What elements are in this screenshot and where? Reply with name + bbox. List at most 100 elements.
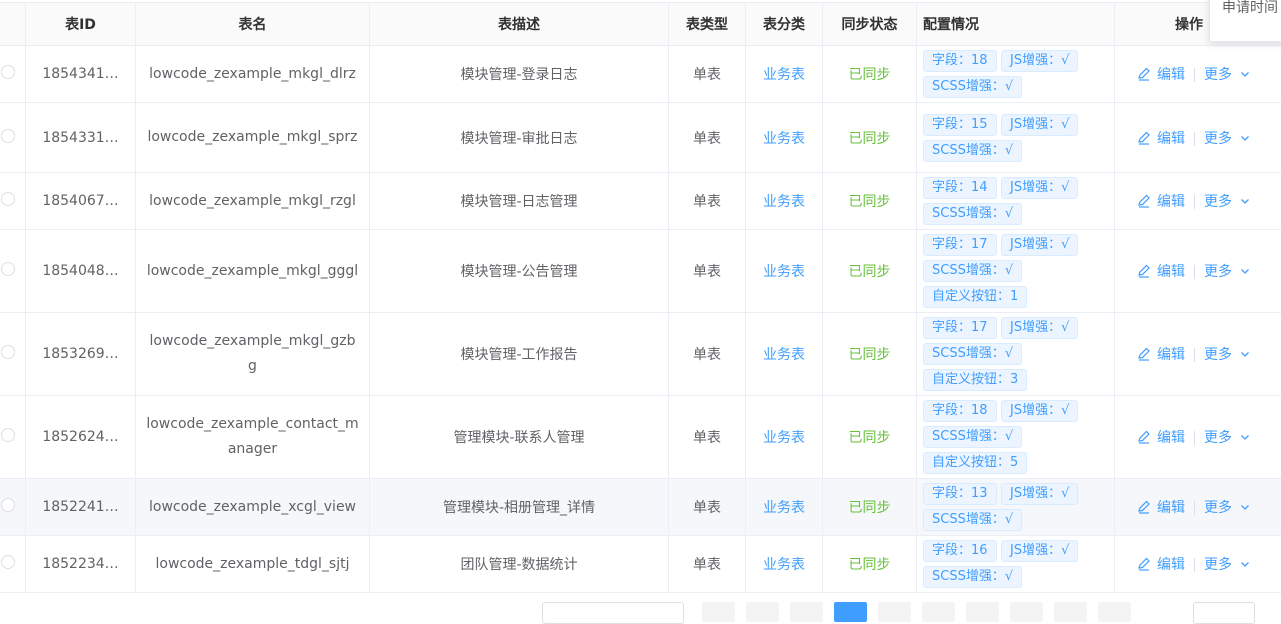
row-radio[interactable] [1,498,15,512]
column-header-config[interactable]: 配置情况 [917,3,1115,46]
edit-icon [1137,557,1157,573]
more-dropdown[interactable]: 更多 [1204,500,1250,516]
page-button[interactable] [790,602,823,622]
row-select-cell [0,230,26,313]
column-header-category[interactable]: 表分类 [746,3,823,46]
ops-cell: 编辑 更多 [1115,230,1281,313]
table-row[interactable]: 1852624…lowcode_zexample_contact_manager… [0,396,1281,479]
row-select-cell [0,313,26,396]
id-cell: 1853269… [26,313,136,396]
chevron-down-icon [1232,131,1250,147]
edit-button[interactable]: 编辑 [1137,264,1185,280]
more-dropdown[interactable]: 更多 [1204,347,1250,363]
name-cell: lowcode_zexample_tdgl_sjtj [136,536,370,593]
column-header-id[interactable]: 表ID [26,3,136,46]
table-row[interactable]: 1854341…lowcode_zexample_mkgl_dlrz模块管理-登… [0,46,1281,103]
more-dropdown[interactable]: 更多 [1204,194,1250,210]
more-dropdown[interactable]: 更多 [1204,264,1250,280]
column-header-desc[interactable]: 表描述 [370,3,669,46]
ops-cell: 编辑 更多 [1115,173,1281,230]
more-dropdown[interactable]: 更多 [1204,430,1250,446]
row-radio[interactable] [1,345,15,359]
table-row[interactable]: 1853269…lowcode_zexample_mkgl_gzbg模块管理-工… [0,313,1281,396]
row-radio[interactable] [1,262,15,276]
select-column-header [0,3,26,46]
prev-page-button[interactable] [702,602,735,622]
column-header-type[interactable]: 表类型 [669,3,746,46]
id-cell: 1852624… [26,396,136,479]
row-select-cell [0,173,26,230]
desc-cell: 模块管理-审批日志 [370,103,669,173]
edit-icon [1137,194,1157,210]
edit-button[interactable]: 编辑 [1137,500,1185,516]
id-cell: 1852241… [26,479,136,536]
edit-button[interactable]: 编辑 [1137,557,1185,573]
edit-label: 编辑 [1157,194,1185,210]
next-page-button[interactable] [1098,602,1131,622]
page-button[interactable] [878,602,911,622]
table-row[interactable]: 1854331…lowcode_zexample_mkgl_sprz模块管理-审… [0,103,1281,173]
row-select-cell [0,46,26,103]
page-button[interactable] [922,602,955,622]
more-dropdown[interactable]: 更多 [1204,557,1250,573]
table-row[interactable]: 1854048…lowcode_zexample_mkgl_gggl模块管理-公… [0,230,1281,313]
ops-cell: 编辑 更多 [1115,313,1281,396]
id-cell: 1854067… [26,173,136,230]
row-radio[interactable] [1,192,15,206]
config-tag: JS增强：√ [1001,114,1078,136]
row-radio[interactable] [1,65,15,79]
edit-button[interactable]: 编辑 [1137,347,1185,363]
row-radio[interactable] [1,555,15,569]
more-label: 更多 [1204,347,1232,363]
page-button[interactable] [966,602,999,622]
edit-button[interactable]: 编辑 [1137,430,1185,446]
config-tag: SCSS增强：√ [923,260,1022,282]
type-cell: 单表 [669,173,746,230]
edit-button[interactable]: 编辑 [1137,67,1185,83]
id-cell: 1852234… [26,536,136,593]
more-dropdown[interactable]: 更多 [1204,67,1250,83]
table-row[interactable]: 1852234…lowcode_zexample_tdgl_sjtj团队管理-数… [0,536,1281,593]
config-tag: JS增强：√ [1001,177,1078,199]
more-dropdown[interactable]: 更多 [1204,131,1250,147]
chevron-down-icon [1232,264,1250,280]
edit-icon [1137,131,1157,147]
page-jump-input[interactable] [1193,602,1255,624]
edit-icon [1137,264,1157,280]
column-header-name[interactable]: 表名 [136,3,370,46]
config-tag: SCSS增强：√ [923,203,1022,225]
desc-cell: 模块管理-登录日志 [370,46,669,103]
edit-icon [1137,430,1157,446]
config-tag: SCSS增强：√ [923,76,1022,98]
chevron-down-icon [1232,347,1250,363]
category-cell: 业务表 [746,46,823,103]
table-body: 1854341…lowcode_zexample_mkgl_dlrz模块管理-登… [0,46,1281,593]
edit-label: 编辑 [1157,264,1185,280]
edit-label: 编辑 [1157,500,1185,516]
table-row[interactable]: 1852241…lowcode_zexample_xcgl_view管理模块-相… [0,479,1281,536]
table-name: lowcode_zexample_tdgl_sjtj [136,552,369,577]
config-tag: 自定义按钮：3 [923,369,1027,391]
edit-label: 编辑 [1157,557,1185,573]
name-cell: lowcode_zexample_mkgl_rzgl [136,173,370,230]
divider [1194,195,1195,209]
page-button[interactable] [1054,602,1087,622]
row-radio[interactable] [1,428,15,442]
page-button[interactable] [1010,602,1043,622]
row-select-cell [0,479,26,536]
ops-cell: 编辑 更多 [1115,103,1281,173]
page-button-active[interactable] [834,602,867,622]
page-size-select[interactable] [542,602,684,624]
table-row[interactable]: 1854067…lowcode_zexample_mkgl_rzgl模块管理-日… [0,173,1281,230]
desc-cell: 团队管理-数据统计 [370,536,669,593]
column-filter-popper[interactable]: 申请时间 [1209,0,1281,42]
edit-label: 编辑 [1157,430,1185,446]
column-header-sync[interactable]: 同步状态 [823,3,917,46]
edit-button[interactable]: 编辑 [1137,194,1185,210]
config-tag: SCSS增强：√ [923,140,1022,162]
config-tag: 字段：17 [923,317,997,339]
row-radio[interactable] [1,129,15,143]
edit-button[interactable]: 编辑 [1137,131,1185,147]
page-button[interactable] [746,602,779,622]
chevron-down-icon [1232,557,1250,573]
